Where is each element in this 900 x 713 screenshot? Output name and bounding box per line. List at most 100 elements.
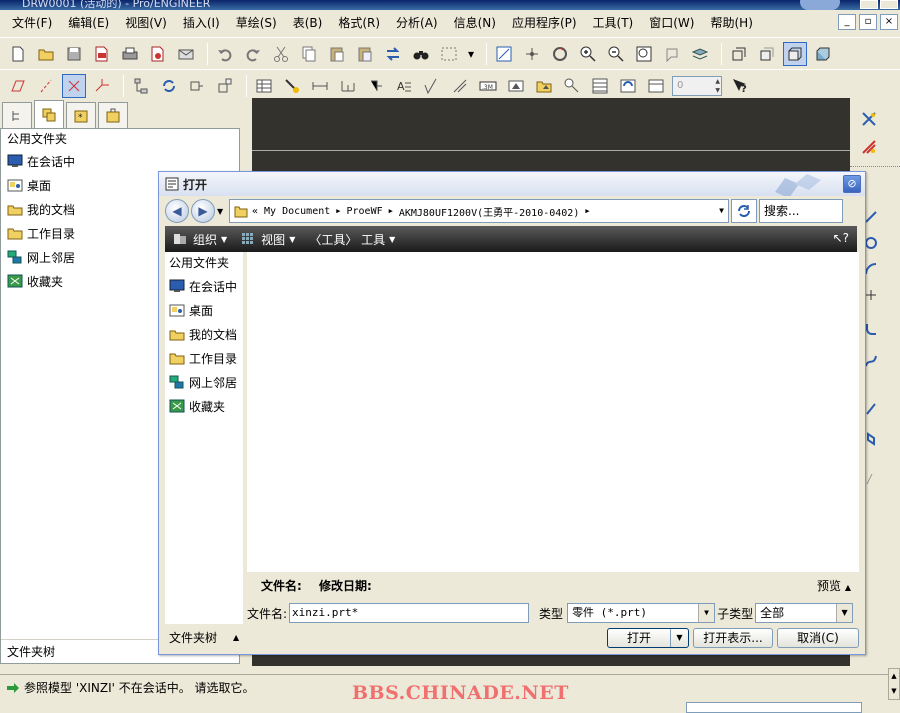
save-icon[interactable] bbox=[62, 42, 86, 66]
help-icon[interactable]: ↖? bbox=[833, 231, 849, 245]
type-select[interactable]: 零件 (*.prt) ▼ bbox=[567, 603, 716, 623]
dialog-close-button[interactable]: ⊘ bbox=[843, 175, 861, 193]
history-dropdown-icon[interactable]: ▼ bbox=[217, 207, 227, 216]
annotation-icon[interactable] bbox=[660, 42, 684, 66]
zoom-in-icon[interactable] bbox=[576, 42, 600, 66]
maximize-button[interactable] bbox=[880, 0, 898, 9]
filename-input[interactable]: xinzi.prt* bbox=[289, 603, 530, 623]
menu-view[interactable]: 视图(V) bbox=[117, 10, 175, 36]
table-icon[interactable] bbox=[252, 74, 276, 98]
copy-icon[interactable] bbox=[297, 42, 321, 66]
menu-analysis[interactable]: 分析(A) bbox=[388, 10, 446, 36]
regenerate-icon[interactable] bbox=[381, 42, 405, 66]
snap-icon[interactable] bbox=[856, 108, 882, 130]
datum-point-display-icon[interactable] bbox=[62, 73, 86, 98]
sketch-constraints-icon[interactable] bbox=[856, 136, 882, 158]
sketch-icon[interactable] bbox=[492, 42, 516, 66]
mdi-restore-button[interactable]: ▫ bbox=[859, 14, 877, 30]
file-list[interactable] bbox=[247, 252, 859, 572]
column-name[interactable]: 文件名: bbox=[261, 577, 319, 594]
dimension-icon[interactable] bbox=[308, 74, 332, 98]
menu-tools[interactable]: 工具(T) bbox=[585, 10, 642, 36]
hidden-line-icon[interactable] bbox=[755, 42, 779, 66]
breadcrumb-arrow-icon[interactable]: ▶ bbox=[336, 207, 340, 215]
mdi-minimize-button[interactable]: _ bbox=[838, 14, 856, 30]
breadcrumb-proewf[interactable]: ProeWF bbox=[346, 206, 382, 217]
breadcrumb-overflow[interactable]: « bbox=[252, 206, 258, 217]
subtype-select[interactable]: 全部 ▼ bbox=[755, 603, 854, 623]
find-icon[interactable] bbox=[409, 42, 433, 66]
model-tree-icon[interactable] bbox=[129, 74, 153, 98]
surface-finish-icon[interactable] bbox=[420, 74, 444, 98]
ordinate-dimension-icon[interactable] bbox=[336, 74, 360, 98]
undo-icon[interactable] bbox=[213, 42, 237, 66]
wireframe-icon[interactable] bbox=[727, 42, 751, 66]
nav-item-in-session[interactable]: 在会话中 bbox=[1, 149, 239, 173]
breadcrumb-current[interactable]: AKMJ80UF1200V(王勇平-2010-0402) bbox=[399, 204, 580, 219]
folder-item-my-documents[interactable]: 我的文档 bbox=[165, 322, 243, 346]
geometric-tolerance-icon[interactable] bbox=[448, 74, 472, 98]
paste-special-icon[interactable] bbox=[353, 42, 377, 66]
tab-model-tree[interactable] bbox=[2, 102, 32, 128]
table-update-icon[interactable] bbox=[616, 74, 640, 98]
show-annotations-icon[interactable] bbox=[280, 74, 304, 98]
views-menu[interactable]: 视图 ▼ bbox=[241, 231, 295, 248]
selection-filter[interactable] bbox=[686, 702, 862, 713]
projection-view-icon[interactable] bbox=[213, 74, 237, 98]
refit-icon[interactable] bbox=[632, 42, 656, 66]
repaint-icon[interactable] bbox=[548, 42, 572, 66]
refresh-button[interactable] bbox=[731, 199, 757, 223]
minimize-button[interactable] bbox=[860, 0, 878, 9]
csys-display-icon[interactable] bbox=[90, 74, 114, 98]
chevron-down-icon[interactable]: ▼ bbox=[836, 604, 853, 622]
search-input[interactable]: 搜索... bbox=[759, 199, 843, 223]
menu-file[interactable]: 文件(F) bbox=[4, 10, 60, 36]
symbol-gallery-icon[interactable] bbox=[532, 74, 556, 98]
breadcrumb-arrow-icon[interactable]: ▶ bbox=[585, 207, 589, 215]
address-bar[interactable]: « My Document ▶ ProeWF ▶ AKMJ80UF1200V(王… bbox=[229, 199, 729, 223]
redo-icon[interactable] bbox=[241, 42, 265, 66]
menu-applications[interactable]: 应用程序(P) bbox=[504, 10, 585, 36]
folder-item-working-dir[interactable]: 工作目录 bbox=[165, 346, 243, 370]
layers-icon[interactable] bbox=[688, 42, 712, 66]
select-box-icon[interactable] bbox=[437, 42, 461, 66]
note-icon[interactable]: A bbox=[392, 74, 416, 98]
menu-edit[interactable]: 编辑(E) bbox=[60, 10, 117, 36]
datum-feature-icon[interactable]: .3M bbox=[476, 74, 500, 98]
shading-icon[interactable] bbox=[811, 42, 835, 66]
cut-icon[interactable] bbox=[269, 42, 293, 66]
tab-folder-browser[interactable] bbox=[34, 100, 64, 128]
reference-dimension-icon[interactable] bbox=[364, 74, 388, 98]
message-scrollbar[interactable]: ▲ ▼ bbox=[888, 668, 900, 700]
menu-table[interactable]: 表(B) bbox=[285, 10, 331, 36]
forward-button[interactable]: ▶ bbox=[191, 199, 215, 223]
general-view-icon[interactable] bbox=[185, 74, 209, 98]
save-as-icon[interactable] bbox=[90, 42, 114, 66]
context-help-icon[interactable]: ? bbox=[728, 74, 752, 98]
open-representation-button[interactable]: 打开表示... bbox=[693, 628, 773, 648]
organize-menu[interactable]: 组织 ▼ bbox=[173, 231, 227, 248]
hyperlink-icon[interactable] bbox=[644, 74, 668, 98]
zoom-out-icon[interactable] bbox=[604, 42, 628, 66]
menu-format[interactable]: 格式(R) bbox=[330, 10, 388, 36]
folder-item-in-session[interactable]: 在会话中 bbox=[165, 274, 243, 298]
select-dropdown-icon[interactable]: ▾ bbox=[465, 42, 477, 66]
send-mail-icon[interactable] bbox=[174, 42, 198, 66]
tab-connections[interactable] bbox=[98, 102, 128, 128]
export-pdf-icon[interactable] bbox=[146, 42, 170, 66]
address-dropdown-icon[interactable]: ▼ bbox=[719, 206, 724, 215]
folder-tree-toggle[interactable]: 文件夹树 ▲ bbox=[165, 624, 243, 650]
menu-help[interactable]: 帮助(H) bbox=[702, 10, 760, 36]
repeat-region-icon[interactable] bbox=[588, 74, 612, 98]
update-sheets-icon[interactable] bbox=[157, 74, 181, 98]
print-icon[interactable] bbox=[118, 42, 142, 66]
column-modified[interactable]: 修改日期: bbox=[319, 577, 372, 594]
breadcrumb-my-document[interactable]: My Document bbox=[264, 206, 330, 217]
open-options-dropdown[interactable]: ▼ bbox=[670, 629, 688, 647]
symbol-icon[interactable] bbox=[504, 74, 528, 98]
tools-menu[interactable]: 〈工具〉 工具 ▼ bbox=[309, 231, 395, 248]
menu-sketch[interactable]: 草绘(S) bbox=[228, 10, 285, 36]
datum-axis-display-icon[interactable] bbox=[34, 74, 58, 98]
datum-axis-icon[interactable] bbox=[520, 42, 544, 66]
balloon-icon[interactable] bbox=[560, 74, 584, 98]
